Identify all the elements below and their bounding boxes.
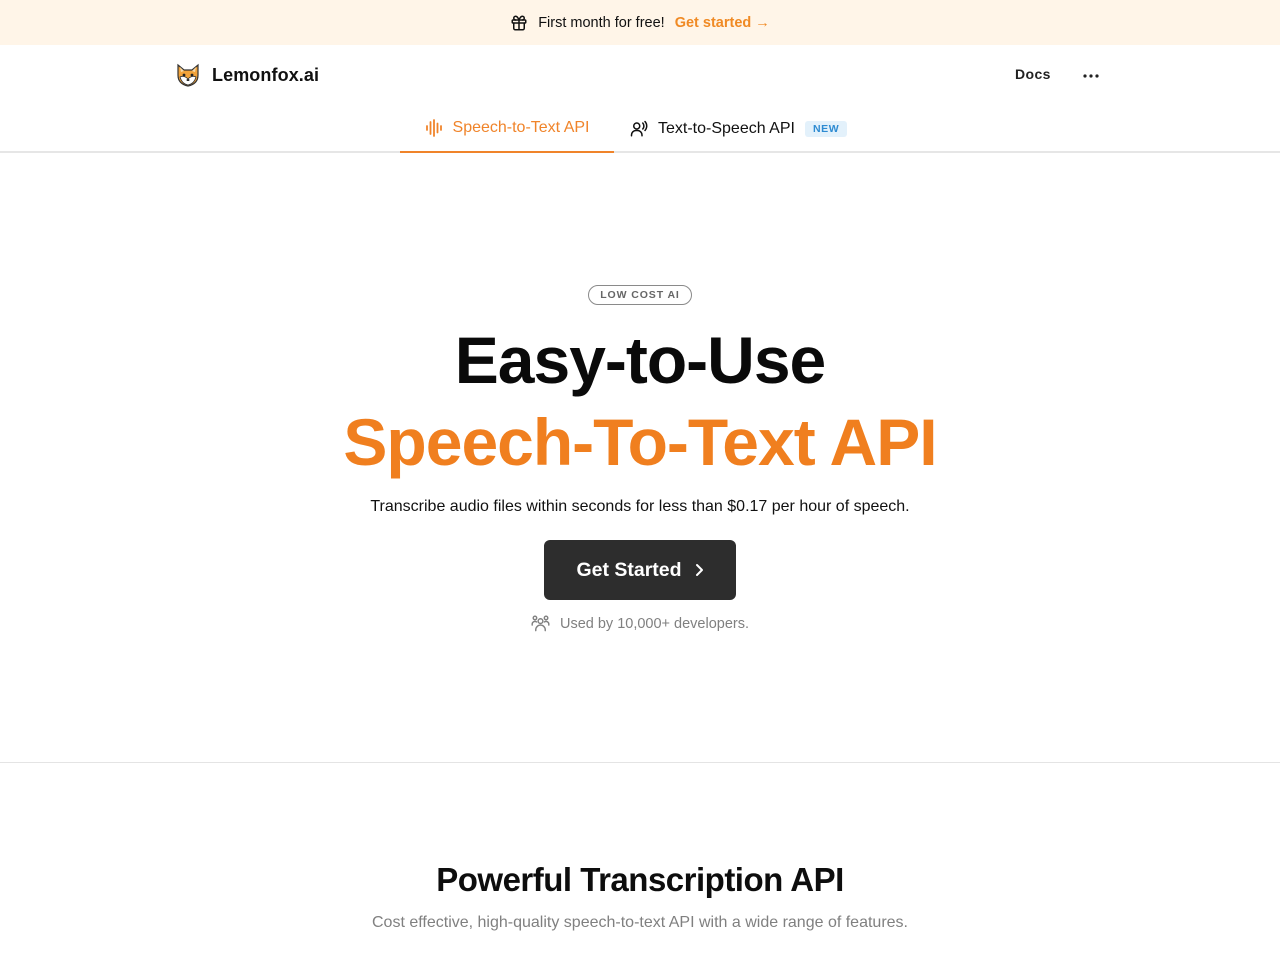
brand-name: Lemonfox.ai: [212, 64, 320, 85]
top-nav: Lemonfox.ai Docs: [0, 45, 1280, 105]
features-subtitle: Cost effective, high-quality speech-to-t…: [372, 914, 908, 931]
promo-banner: First month for free! Get started →: [0, 0, 1280, 45]
users-icon: [531, 614, 550, 633]
hero-title-line2: Speech-To-Text API: [343, 405, 937, 479]
sound-wave-icon: [425, 119, 443, 137]
hero-subtitle: Transcribe audio files within seconds fo…: [370, 498, 910, 515]
get-started-button[interactable]: Get Started: [544, 540, 736, 600]
tab-label: Speech-to-Text API: [452, 119, 590, 136]
gift-icon: [510, 14, 528, 32]
new-badge: NEW: [804, 121, 848, 137]
product-tabs: Speech-to-Text API Text-to-Speech API NE…: [0, 105, 1280, 153]
hero-title-line1: Easy-to-Use: [454, 323, 826, 397]
eyebrow-pill: LOW COST AI: [588, 285, 692, 305]
fox-icon: [175, 62, 201, 88]
features-title: Powerful Transcription API: [436, 861, 844, 898]
social-proof: Used by 10,000+ developers.: [0, 614, 1280, 633]
section-divider: [0, 762, 1280, 763]
promo-message: First month for free!: [538, 14, 665, 31]
speaking-person-icon: [630, 120, 648, 138]
tab-label: Text-to-Speech API: [658, 120, 795, 137]
hero-section: LOW COST AI Easy-to-Use Speech-To-Text A…: [0, 153, 1280, 763]
tab-text-to-speech[interactable]: Text-to-Speech API NEW: [630, 105, 848, 153]
docs-link[interactable]: Docs: [1015, 66, 1051, 82]
brand-logo-link[interactable]: Lemonfox.ai: [175, 62, 319, 88]
tab-speech-to-text[interactable]: Speech-to-Text API: [400, 105, 614, 153]
more-menu-button[interactable]: [1080, 62, 1102, 86]
chevron-right-icon: [694, 563, 704, 577]
get-started-label: Get Started: [576, 558, 682, 581]
more-horizontal-icon: [1083, 65, 1099, 83]
promo-get-started-link[interactable]: Get started →: [675, 15, 770, 31]
social-proof-text: Used by 10,000+ developers.: [559, 615, 750, 632]
